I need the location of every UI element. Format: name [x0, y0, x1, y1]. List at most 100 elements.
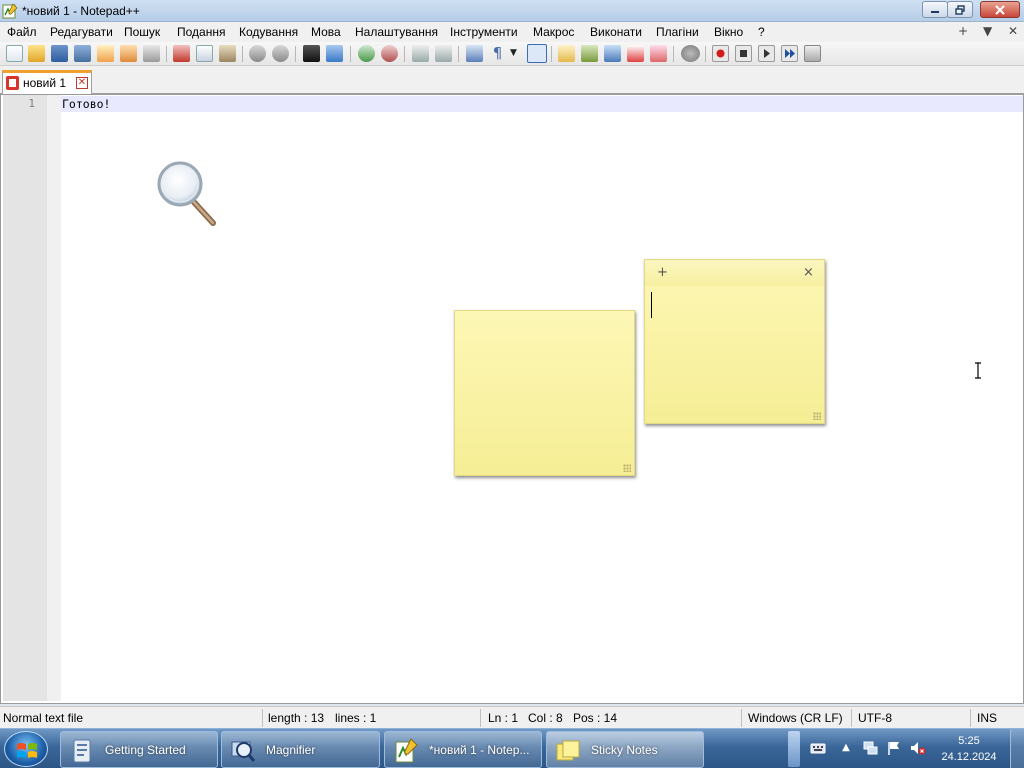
line-number: 1	[28, 97, 35, 110]
menu-window[interactable]: Вікно	[714, 25, 743, 39]
resize-grip-icon[interactable]	[813, 412, 821, 420]
find-icon[interactable]	[303, 45, 320, 62]
tab-document[interactable]: новий 1 ✕	[2, 70, 92, 94]
tab-list-control[interactable]: ▼	[983, 24, 992, 38]
status-col: Col : 8	[528, 711, 563, 725]
menu-view[interactable]: Подання	[177, 25, 225, 39]
copy-icon[interactable]	[196, 45, 213, 62]
document-map-icon[interactable]	[558, 45, 575, 62]
menu-file[interactable]: Файл	[7, 25, 37, 39]
indent-guide-icon[interactable]	[527, 44, 547, 63]
resize-grip-icon[interactable]	[623, 464, 631, 472]
record-macro-icon-alt[interactable]	[650, 45, 667, 62]
close-doc-control[interactable]: ✕	[1008, 24, 1018, 38]
sticky-note[interactable]	[454, 310, 635, 476]
editor-text[interactable]: Готово!	[62, 97, 110, 111]
task-label: Sticky Notes	[591, 743, 658, 757]
sync-horizontal-icon[interactable]	[435, 45, 452, 62]
menu-run[interactable]: Виконати	[590, 25, 642, 39]
status-file-type: Normal text file	[3, 711, 84, 725]
taskbar: Getting Started Magnifier *новий 1 - Not…	[0, 728, 1024, 768]
save-icon[interactable]	[51, 45, 68, 62]
notepadpp-icon	[393, 738, 419, 764]
word-wrap-icon[interactable]	[466, 45, 483, 62]
new-note-button[interactable]: +	[657, 265, 668, 280]
menu-language[interactable]: Мова	[311, 25, 341, 39]
add-tab-control[interactable]: +	[958, 24, 968, 38]
delete-note-button[interactable]: ×	[803, 265, 814, 280]
volume-muted-icon[interactable]	[910, 740, 926, 756]
menu-plugins[interactable]: Плагіни	[656, 25, 699, 39]
menu-search[interactable]: Пошук	[124, 25, 160, 39]
minimize-button[interactable]	[922, 1, 948, 18]
redo-icon[interactable]	[272, 45, 289, 62]
status-pos: Pos : 14	[573, 711, 618, 725]
menu-encoding[interactable]: Кодування	[239, 25, 298, 39]
record-macro-icon[interactable]	[712, 45, 729, 62]
monitoring-icon[interactable]	[627, 45, 644, 62]
line-number-gutter: 1	[3, 95, 47, 701]
task-label: *новий 1 - Notep...	[429, 743, 530, 757]
function-list-icon[interactable]	[581, 45, 598, 62]
menu-macro[interactable]: Макрос	[533, 25, 574, 39]
title-bar[interactable]: *новий 1 - Notepad++	[0, 0, 1024, 22]
menu-settings[interactable]: Налаштування	[355, 25, 438, 39]
task-label: Getting Started	[105, 743, 186, 757]
getting-started-icon	[69, 738, 95, 764]
sync-vertical-icon[interactable]	[412, 45, 429, 62]
taskbar-notepadpp[interactable]: *новий 1 - Notep...	[384, 731, 542, 768]
menu-edit[interactable]: Редагувати	[50, 25, 113, 39]
network-icon[interactable]	[862, 740, 878, 756]
print-icon[interactable]	[143, 45, 160, 62]
fold-margin[interactable]	[47, 95, 61, 701]
status-bar: Normal text file length : 13 lines : 1 L…	[0, 706, 1024, 728]
folder-workspace-icon[interactable]	[604, 45, 621, 62]
stop-macro-icon-alt[interactable]	[681, 45, 700, 62]
sticky-note-active[interactable]: + ×	[644, 259, 825, 424]
menu-tools[interactable]: Інструменти	[450, 25, 518, 39]
chevron-down-icon[interactable]: ▼	[510, 45, 520, 62]
magnifier-icon	[230, 738, 256, 764]
show-hidden-icons[interactable]: ▲	[838, 740, 854, 756]
new-file-icon[interactable]	[6, 45, 23, 62]
taskbar-magnifier[interactable]: Magnifier	[221, 731, 380, 768]
close-icon[interactable]	[97, 45, 114, 62]
tab-close-icon[interactable]: ✕	[76, 77, 88, 89]
close-window-button[interactable]	[980, 1, 1020, 18]
taskbar-getting-started[interactable]: Getting Started	[60, 731, 218, 768]
window-title: *новий 1 - Notepad++	[22, 4, 140, 18]
run-macro-multiple-icon[interactable]	[781, 45, 798, 62]
zoom-out-icon[interactable]	[381, 45, 398, 62]
save-macro-icon[interactable]	[804, 45, 821, 62]
restore-button[interactable]	[947, 1, 973, 18]
play-macro-icon[interactable]	[758, 45, 775, 62]
action-center-flag-icon[interactable]	[886, 740, 902, 756]
stop-macro-icon[interactable]	[735, 45, 752, 62]
status-encoding: UTF-8	[858, 711, 892, 725]
windows-logo-icon	[17, 743, 37, 758]
taskbar-sticky-notes[interactable]: Sticky Notes	[546, 731, 704, 768]
ibeam-cursor-icon	[975, 362, 981, 379]
keyboard-icon[interactable]	[810, 740, 826, 756]
sticky-note-header[interactable]: + ×	[645, 260, 824, 286]
unsaved-file-icon	[6, 76, 19, 90]
status-lines: lines : 1	[335, 711, 377, 725]
replace-icon[interactable]	[326, 45, 343, 62]
tab-label: новий 1	[23, 76, 67, 90]
show-desktop-button[interactable]	[1010, 729, 1024, 768]
magnifier-lens-icon[interactable]	[156, 160, 218, 228]
start-button[interactable]	[4, 731, 48, 767]
save-all-icon[interactable]	[74, 45, 91, 62]
cut-icon[interactable]	[173, 45, 190, 62]
menu-help[interactable]: ?	[758, 25, 765, 39]
taskbar-scroll-handle[interactable]	[788, 731, 800, 767]
show-all-chars-icon[interactable]: ¶	[489, 45, 506, 62]
undo-icon[interactable]	[249, 45, 266, 62]
paste-icon[interactable]	[219, 45, 236, 62]
notepadpp-icon	[2, 3, 18, 19]
zoom-in-icon[interactable]	[358, 45, 375, 62]
close-all-icon[interactable]	[120, 45, 137, 62]
sticky-notes-icon	[555, 738, 581, 764]
open-file-icon[interactable]	[28, 45, 45, 62]
system-clock[interactable]: 5:25 24.12.2024	[936, 733, 1002, 765]
